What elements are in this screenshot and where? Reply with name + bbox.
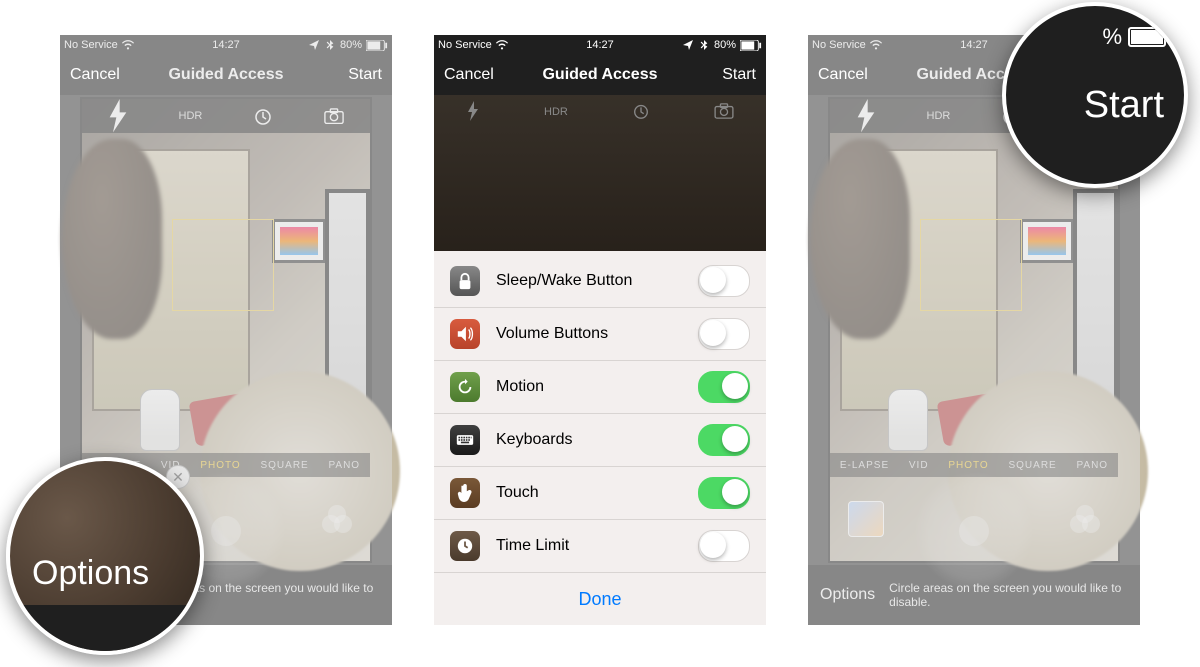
filters-icon[interactable] <box>1070 505 1100 535</box>
hdr-label: HDR <box>544 106 568 118</box>
cancel-button[interactable]: Cancel <box>70 66 120 84</box>
flash-icon[interactable] <box>856 106 876 126</box>
flash-icon[interactable] <box>108 106 128 126</box>
toggle-volume[interactable] <box>698 318 750 350</box>
hdr-label[interactable]: HDR <box>927 110 951 122</box>
keyboard-icon <box>450 425 480 455</box>
mode-square[interactable]: SQUARE <box>1008 460 1056 471</box>
guided-access-circle <box>914 471 1034 591</box>
photo-thumbnail[interactable] <box>848 501 884 537</box>
option-label: Time Limit <box>496 537 682 555</box>
dim-above-sheet: HDR <box>434 95 766 251</box>
battery-icon <box>1128 27 1166 47</box>
option-label: Volume Buttons <box>496 325 682 343</box>
toggle-time-limit[interactable] <box>698 530 750 562</box>
nav-bar: Cancel Guided Access Start <box>60 55 392 95</box>
mode-pano[interactable]: PANO <box>328 460 360 471</box>
options-sheet-backdrop: HDR Sleep/Wake Button Volum <box>434 95 766 625</box>
toggle-keyboards[interactable] <box>698 424 750 456</box>
toggle-touch[interactable] <box>698 477 750 509</box>
start-button[interactable]: Start <box>348 66 382 84</box>
callout-options-label: Options <box>32 554 149 593</box>
volume-icon <box>450 319 480 349</box>
phone-center: No Service 14:27 80% Cancel Guided Acces… <box>434 35 766 625</box>
lock-icon <box>450 266 480 296</box>
status-bar: No Service 14:27 80% <box>60 35 392 55</box>
callout-start-label: Start <box>1084 84 1164 127</box>
clock-label: 14:27 <box>434 39 766 51</box>
flash-icon <box>466 101 480 124</box>
options-sheet: Sleep/Wake Button Volume Buttons Motion <box>434 251 766 625</box>
options-button[interactable]: Options <box>820 586 875 604</box>
mode-photo[interactable]: PHOTO <box>948 460 988 471</box>
mode-video[interactable]: VID <box>909 460 929 471</box>
callout-start-pct: % <box>1102 24 1122 50</box>
focus-square <box>920 219 1022 311</box>
callout-start: % Start <box>1002 2 1188 188</box>
option-keyboards: Keyboards <box>434 413 766 466</box>
timer-icon <box>632 102 650 123</box>
timer-icon[interactable] <box>253 106 273 126</box>
mode-photo[interactable]: PHOTO <box>200 460 240 471</box>
clock-label: 14:27 <box>60 39 392 51</box>
start-button[interactable]: Start <box>722 66 756 84</box>
cancel-button[interactable]: Cancel <box>818 66 868 84</box>
option-label: Keyboards <box>496 431 682 449</box>
toggle-sleep-wake[interactable] <box>698 265 750 297</box>
clock-icon <box>450 531 480 561</box>
touch-icon <box>450 478 480 508</box>
hdr-label[interactable]: HDR <box>179 110 203 122</box>
mode-square[interactable]: SQUARE <box>260 460 308 471</box>
mode-timelapse[interactable]: E-LAPSE <box>840 460 889 471</box>
motion-icon <box>450 372 480 402</box>
toggle-motion[interactable] <box>698 371 750 403</box>
option-time-limit: Time Limit <box>434 519 766 572</box>
option-label: Touch <box>496 484 682 502</box>
option-volume: Volume Buttons <box>434 307 766 360</box>
option-touch: Touch <box>434 466 766 519</box>
done-label: Done <box>578 589 621 610</box>
status-bar: No Service 14:27 80% <box>434 35 766 55</box>
option-motion: Motion <box>434 360 766 413</box>
flip-camera-icon[interactable] <box>324 106 344 126</box>
flip-camera-icon <box>714 103 734 122</box>
screenshot-stage: No Service 14:27 80% Cancel Guided Acces… <box>0 0 1200 667</box>
camera-top-controls: HDR <box>82 99 370 133</box>
option-label: Sleep/Wake Button <box>496 272 682 290</box>
hint-text: Circle areas on the screen you would lik… <box>889 581 1128 610</box>
callout-start-status: % <box>1102 24 1166 50</box>
focus-square <box>172 219 274 311</box>
option-sleep-wake: Sleep/Wake Button <box>434 255 766 307</box>
nav-bar: Cancel Guided Access Start <box>434 55 766 95</box>
filters-icon[interactable] <box>322 505 352 535</box>
option-label: Motion <box>496 378 682 396</box>
mode-pano[interactable]: PANO <box>1076 460 1108 471</box>
callout-options: Options <box>6 457 204 655</box>
done-button[interactable]: Done <box>434 572 766 625</box>
cancel-button[interactable]: Cancel <box>444 66 494 84</box>
